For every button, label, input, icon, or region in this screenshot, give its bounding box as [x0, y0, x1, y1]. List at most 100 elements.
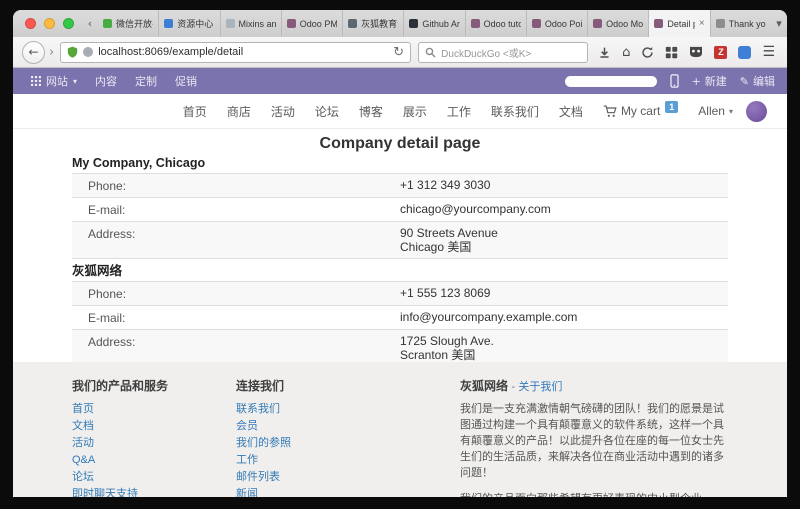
footer-link[interactable]: 文档 — [72, 418, 236, 435]
browser-tab[interactable]: Thank you — [710, 10, 771, 37]
mobile-preview-icon[interactable] — [670, 74, 679, 88]
browser-tab[interactable]: Odoo PM 模 — [281, 10, 342, 37]
tab-close-icon[interactable]: × — [699, 19, 705, 29]
tab-favicon-icon — [164, 19, 173, 28]
nav-item-home[interactable]: 首页 — [173, 103, 217, 120]
search-placeholder[interactable]: DuckDuckGo <或K> — [441, 45, 531, 60]
odoo-content-menu[interactable]: 内容 — [86, 68, 126, 94]
footer-link[interactable]: 会员 — [236, 418, 460, 435]
footer-products-column: 我们的产品和服务 首页 文档 活动 Q&A 论坛 即时聊天支持 — [72, 377, 236, 497]
tab-title: Detail p — [667, 19, 694, 29]
browser-tab[interactable]: 微信开放平 — [98, 10, 158, 37]
menu-icon[interactable]: ☰ — [762, 45, 775, 59]
footer-company-name: 灰狐网络 — [460, 379, 508, 393]
table-row: Phone: +1 312 349 3030 — [72, 174, 728, 198]
apps-grid-icon[interactable] — [665, 46, 678, 59]
tab-overflow-icon[interactable]: ▾ — [771, 10, 787, 37]
forward-button[interactable]: › — [49, 45, 54, 60]
cart-label: My cart — [621, 104, 660, 118]
field-label: E-mail: — [72, 198, 400, 222]
download-icon[interactable] — [598, 46, 611, 59]
browser-tab[interactable]: Mixins and — [220, 10, 281, 37]
footer-link[interactable]: 我们的参照 — [236, 435, 460, 452]
nav-item-references[interactable]: 展示 — [393, 103, 437, 120]
field-label: Phone: — [72, 174, 400, 198]
footer-link[interactable]: 联系我们 — [236, 401, 460, 418]
tab-favicon-icon — [593, 19, 602, 28]
close-window-button[interactable] — [25, 18, 36, 29]
url-bar[interactable]: localhost:8069/example/detail ↻ — [60, 42, 411, 63]
tab-title: Thank you — [729, 19, 766, 29]
odoo-website-menu[interactable]: 网站 ▾ — [25, 68, 86, 94]
my-cart-link[interactable]: My cart 1 — [593, 104, 688, 118]
new-page-button[interactable]: + 新建 — [692, 73, 727, 89]
footer-link[interactable]: 活动 — [72, 435, 236, 452]
about-us-link[interactable]: 关于我们 — [518, 381, 562, 393]
navigation-toolbar: ← › localhost:8069/example/detail ↻ Duck… — [13, 37, 787, 68]
url-text[interactable]: localhost:8069/example/detail — [98, 46, 388, 58]
browser-tab[interactable]: 资源中心 - — [158, 10, 219, 37]
tab-favicon-icon — [226, 19, 235, 28]
browser-tab-active[interactable]: Detail p × — [648, 10, 709, 37]
footer-link[interactable]: 新闻 — [236, 486, 460, 497]
footer-link[interactable]: Q&A — [72, 452, 236, 469]
chevron-down-icon: ▾ — [729, 107, 733, 116]
edit-button[interactable]: ✎ 编辑 — [740, 73, 775, 89]
tab-title: Odoo PM 模 — [300, 17, 337, 30]
user-menu[interactable]: Allen ▾ — [688, 104, 743, 118]
user-avatar[interactable] — [746, 101, 767, 122]
odoo-menu-label: 内容 — [95, 73, 117, 89]
footer-link[interactable]: 工作 — [236, 452, 460, 469]
tab-title: Mixins and — [239, 19, 276, 29]
nav-item-jobs[interactable]: 工作 — [437, 103, 481, 120]
browser-tab[interactable]: Odoo tutorials — [465, 10, 526, 37]
address-line: 90 Streets Avenue — [400, 227, 728, 241]
site-identity-icon[interactable] — [83, 47, 93, 57]
browser-tab[interactable]: Odoo Mobi — [587, 10, 648, 37]
company-name: 灰狐网络 — [72, 264, 728, 278]
table-row: Phone: +1 555 123 8069 — [72, 282, 728, 306]
back-button[interactable]: ← — [22, 41, 45, 64]
footer-about-heading: 灰狐网络 - 关于我们 — [460, 377, 728, 394]
privacy-mask-icon[interactable] — [689, 46, 703, 58]
browser-tab[interactable]: 灰狐教育课 — [342, 10, 403, 37]
reload-icon[interactable]: ↻ — [393, 46, 404, 59]
sync-icon[interactable] — [641, 46, 654, 59]
footer-link[interactable]: 即时聊天支持 — [72, 486, 236, 497]
edit-label: 编辑 — [753, 73, 775, 89]
browser-tab[interactable]: Github Archive — [403, 10, 464, 37]
company-details-table: Phone: +1 555 123 8069 E-mail: info@your… — [72, 281, 728, 362]
nav-item-events[interactable]: 活动 — [261, 103, 305, 120]
field-value: +1 312 349 3030 — [400, 174, 728, 198]
footer-link[interactable]: 论坛 — [72, 469, 236, 486]
company-section: My Company, Chicago Phone: +1 312 349 30… — [72, 156, 728, 259]
home-icon[interactable]: ⌂ — [622, 46, 630, 59]
tab-title: 资源中心 - — [177, 17, 214, 30]
new-page-label: 新建 — [705, 73, 727, 89]
footer-about-paragraph: 我们是一支充满激情朝气磅礴的团队！我们的愿景是试图通过构建一个具有颠覆意义的软件… — [460, 401, 728, 481]
nav-item-shop[interactable]: 商店 — [217, 103, 261, 120]
odoo-customize-menu[interactable]: 定制 — [126, 68, 166, 94]
footer-link[interactable]: 邮件列表 — [236, 469, 460, 486]
nav-item-contact[interactable]: 联系我们 — [481, 103, 549, 120]
field-label: Phone: — [72, 282, 400, 306]
nav-item-forum[interactable]: 论坛 — [305, 103, 349, 120]
search-bar[interactable]: DuckDuckGo <或K> — [418, 42, 588, 63]
tab-title: Github Archive — [422, 19, 459, 29]
minimize-window-button[interactable] — [44, 18, 55, 29]
tab-scroll-left-icon[interactable]: ‹ — [82, 10, 98, 37]
nav-item-blog[interactable]: 博客 — [349, 103, 393, 120]
nav-item-docs[interactable]: 文档 — [549, 103, 593, 120]
pocket-icon[interactable] — [738, 46, 751, 59]
shield-icon[interactable] — [67, 46, 78, 58]
cart-icon — [603, 105, 617, 118]
footer-link[interactable]: 首页 — [72, 401, 236, 418]
odoo-promote-menu[interactable]: 促销 — [166, 68, 206, 94]
browser-tab[interactable]: Odoo Point — [526, 10, 587, 37]
tab-title: Odoo tutorials — [484, 19, 521, 29]
tab-bar: ‹ 微信开放平 资源中心 - Mixins and Odoo PM 模 灰狐教育… — [13, 10, 787, 37]
zotero-icon[interactable]: Z — [714, 46, 727, 59]
zoom-window-button[interactable] — [63, 18, 74, 29]
page-title: Company detail page — [72, 135, 728, 153]
footer-heading: 我们的产品和服务 — [72, 377, 236, 394]
